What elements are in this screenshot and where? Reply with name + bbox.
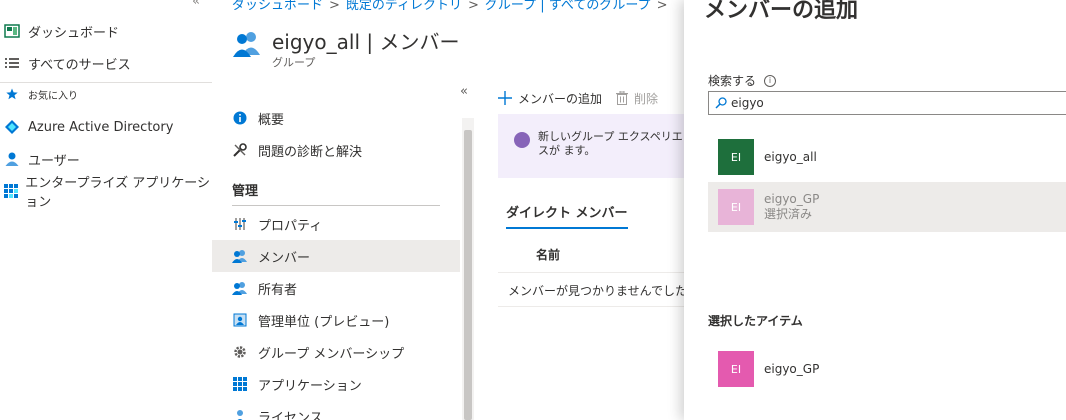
menu-item-licenses[interactable]: ライセンス [212,400,460,420]
menu-item-label: 概要 [258,112,285,128]
group-avatar: EI [718,189,754,225]
add-members-button[interactable]: メンバーの追加 [498,90,602,107]
sidebar-collapse-button[interactable]: « [192,0,200,9]
nav-item-label: ダッシュボード [28,25,120,41]
search-result-item[interactable]: EI eigyo_all [708,132,1066,182]
nav-item-label: エンタープライズ アプリケーション [25,176,210,210]
delete-button[interactable]: 削除 [616,90,658,107]
search-icon [715,97,727,109]
nav-item-label: ユーザー [28,153,80,169]
menu-item-overview[interactable]: 概要 [212,102,460,134]
divider [498,306,684,307]
banner-text: 新しいグループ エクスペリエンスが ます。 [538,130,684,157]
resource-menu: « 概要 問題の診断と解決 管理 プロパティ メンバー 所有者 管理単位 (プレ… [212,84,468,420]
menu-item-label: 管理単位 (プレビュー) [258,314,390,330]
menu-item-owners[interactable]: 所有者 [212,272,460,304]
panel-title: メンバーの追加 [704,0,859,23]
menu-item-admin-units[interactable]: 管理単位 (プレビュー) [212,304,460,336]
column-header-name[interactable]: 名前 [536,246,560,263]
nav-section-label: お気に入り [28,90,78,102]
gear-icon [232,344,248,360]
search-box [708,91,1066,115]
plus-icon [498,91,512,105]
group-avatar: EI [718,351,754,387]
selected-item-name: eigyo_GP [764,361,820,376]
apps-grid-icon [232,376,248,392]
breadcrumb-separator: > [329,0,340,13]
owners-icon [232,280,248,296]
tab-direct-members[interactable]: ダイレクト メンバー [506,202,628,229]
breadcrumb: ダッシュボード > 既定のディレクトリ > グループ | すべてのグループ > [232,0,673,13]
menu-item-label: 問題の診断と解決 [258,144,363,160]
license-icon [232,408,248,420]
aad-diamond-icon [0,119,24,135]
menu-item-label: プロパティ [258,218,323,234]
menu-item-label: メンバー [258,250,311,266]
breadcrumb-link[interactable]: ダッシュボード [232,0,323,13]
result-name: eigyo_GP [764,192,820,206]
info-circle-icon [232,110,248,126]
preview-banner: 新しいグループ エクスペリエンスが ます。 [498,114,684,178]
menu-collapse-button[interactable]: « [460,84,468,99]
nav-item-favorites: お気に入り [0,84,212,104]
breadcrumb-link[interactable]: グループ | すべてのグループ [485,0,651,13]
group-members-blade: ダッシュボード > 既定のディレクトリ > グループ | すべてのグループ > eigyo… [212,0,684,420]
nav-item-dashboard[interactable]: ダッシュボード [0,16,212,46]
info-icon[interactable]: i [764,74,777,87]
menu-item-label: ライセンス [258,410,323,420]
search-result-item-selected[interactable]: EI eigyo_GP 選択済み [708,182,1066,232]
search-input[interactable] [731,96,1031,110]
nav-item-enterprise-apps[interactable]: エンタープライズ アプリケーション [0,176,212,210]
search-label: 検索する i [708,72,777,89]
add-members-label: メンバーの追加 [518,91,603,106]
group-avatar: EI [718,139,754,175]
menu-item-group-membership[interactable]: グループ メンバーシップ [212,336,460,368]
nav-item-users[interactable]: ユーザー [0,144,212,174]
breadcrumb-separator: > [656,0,668,13]
search-label-text: 検索する [708,74,757,88]
star-icon [0,88,24,100]
list-icon [0,56,24,70]
members-icon [232,248,248,264]
menu-item-label: アプリケーション [258,378,362,394]
add-members-panel: メンバーの追加 検索する i EI eigyo_all EI eigyo_GP … [684,0,1066,420]
portal-sidebar: « ダッシュボード すべてのサービス お気に入り Azure Active Di… [0,0,212,420]
menu-item-label: 所有者 [258,282,298,298]
command-bar: メンバーの追加 削除 [498,84,672,112]
menu-scrollbar-thumb[interactable] [464,130,472,420]
user-icon [0,151,24,167]
dashboard-icon [0,24,24,38]
menu-item-members[interactable]: メンバー [212,240,460,272]
rocket-icon [514,132,530,148]
delete-label: 削除 [634,91,659,106]
menu-item-properties[interactable]: プロパティ [212,208,460,240]
trash-icon [616,91,629,105]
group-icon [232,28,262,58]
apps-grid-icon [0,183,21,199]
nav-item-all-services[interactable]: すべてのサービス [0,48,212,78]
members-content: メンバーの追加 削除 新しいグループ エクスペリエンスが ます。 ダイレクト メ… [498,84,684,420]
result-status: 選択済み [764,207,813,221]
selected-items-header: 選択したアイテム [708,314,803,328]
nav-item-label: すべてのサービス [28,57,131,73]
admin-unit-icon [232,312,248,328]
breadcrumb-separator: > [468,0,479,13]
wrench-icon [232,142,248,158]
selected-item[interactable]: EI eigyo_GP [708,344,1066,394]
result-name: eigyo_all [764,149,817,164]
page-title: eigyo_all | メンバー [272,30,460,54]
empty-state-message: メンバーが見つかりませんでした [508,284,684,298]
menu-item-applications[interactable]: アプリケーション [212,368,460,400]
breadcrumb-link[interactable]: 既定のディレクトリ [346,0,462,13]
menu-section-header: 管理 [232,184,259,199]
page-subtitle: グループ [272,56,316,69]
nav-item-label: Azure Active Directory [28,119,174,135]
divider [232,205,440,206]
divider [0,82,212,83]
menu-item-diagnose[interactable]: 問題の診断と解決 [212,134,460,166]
menu-item-label: グループ メンバーシップ [258,346,405,362]
properties-icon [232,216,248,232]
nav-item-azure-ad[interactable]: Azure Active Directory [0,112,212,142]
divider [498,272,684,273]
